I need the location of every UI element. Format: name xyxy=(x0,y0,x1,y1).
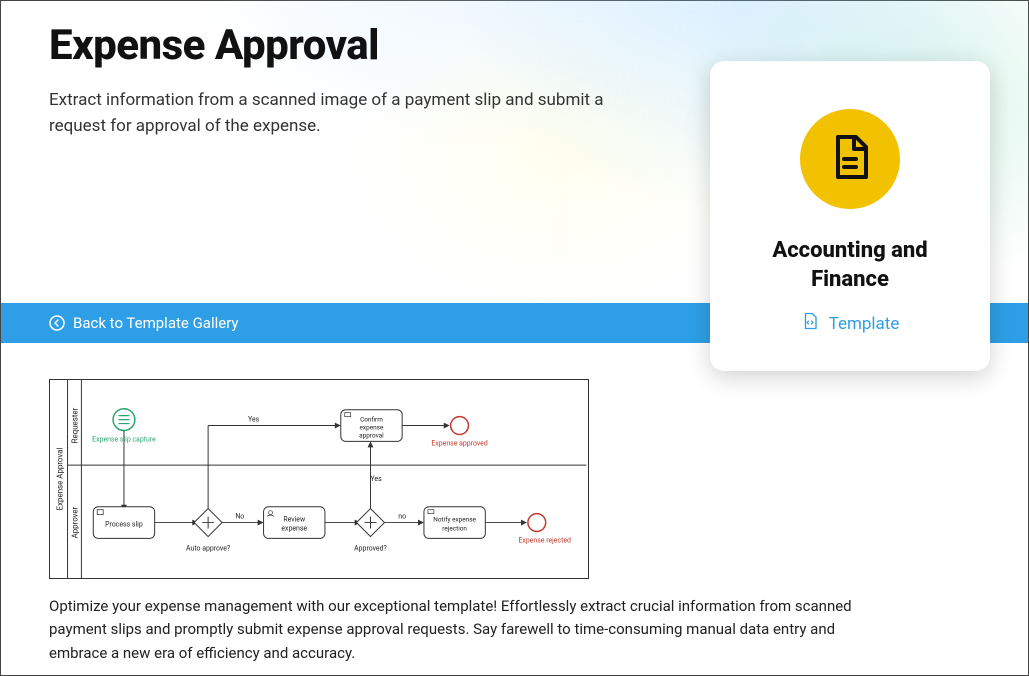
card-category-title: Accounting and Finance xyxy=(734,237,966,294)
lane-requester: Requester xyxy=(70,407,79,443)
edge-no-1: No xyxy=(235,513,244,521)
edge-yes-2: Yes xyxy=(370,475,382,483)
end-rejected: Expense rejected xyxy=(518,514,571,545)
svg-text:Expense approved: Expense approved xyxy=(431,439,487,447)
svg-text:Confirm: Confirm xyxy=(360,416,383,424)
template-link-label: Template xyxy=(829,314,900,334)
lane-approver: Approver xyxy=(70,506,79,538)
svg-text:approval: approval xyxy=(359,431,384,439)
document-icon xyxy=(826,133,874,185)
edge-yes-1: Yes xyxy=(248,416,260,424)
task-review-expense: Review expense xyxy=(264,507,325,539)
back-link[interactable]: Back to Template Gallery xyxy=(49,314,239,332)
gateway-auto-approve: Auto approve? xyxy=(186,509,230,553)
task-process-slip: Process slip xyxy=(93,507,154,539)
diagram-title: Expense Approval xyxy=(56,448,65,511)
svg-text:Process slip: Process slip xyxy=(105,521,143,529)
gateway-approved: Approved? xyxy=(354,509,387,553)
task-notify-rejection: Notify expense rejection xyxy=(424,507,485,539)
svg-text:expense: expense xyxy=(360,424,384,432)
svg-text:expense: expense xyxy=(281,524,307,532)
svg-text:Review: Review xyxy=(283,516,306,524)
template-link[interactable]: Template xyxy=(801,312,900,335)
svg-text:Auto approve?: Auto approve? xyxy=(186,544,230,552)
svg-text:Approved?: Approved? xyxy=(354,544,387,552)
svg-text:rejection: rejection xyxy=(442,524,467,532)
back-arrow-icon xyxy=(49,315,65,331)
end-approved: Expense approved xyxy=(431,417,487,448)
svg-text:Expense rejected: Expense rejected xyxy=(518,536,571,544)
back-link-label: Back to Template Gallery xyxy=(73,314,239,332)
card-icon-circle xyxy=(800,109,900,209)
svg-text:Notify expense: Notify expense xyxy=(433,516,476,524)
code-file-icon xyxy=(801,312,819,335)
edge-no-2: no xyxy=(398,513,406,521)
category-card: Accounting and Finance Template xyxy=(710,61,990,371)
bpmn-diagram: Expense Approval Requester Approver Expe… xyxy=(49,379,589,579)
body-paragraph: Optimize your expense management with ou… xyxy=(49,595,869,665)
task-confirm-approval: Confirm expense approval xyxy=(341,410,402,442)
page-title: Expense Approval xyxy=(1,1,1028,70)
